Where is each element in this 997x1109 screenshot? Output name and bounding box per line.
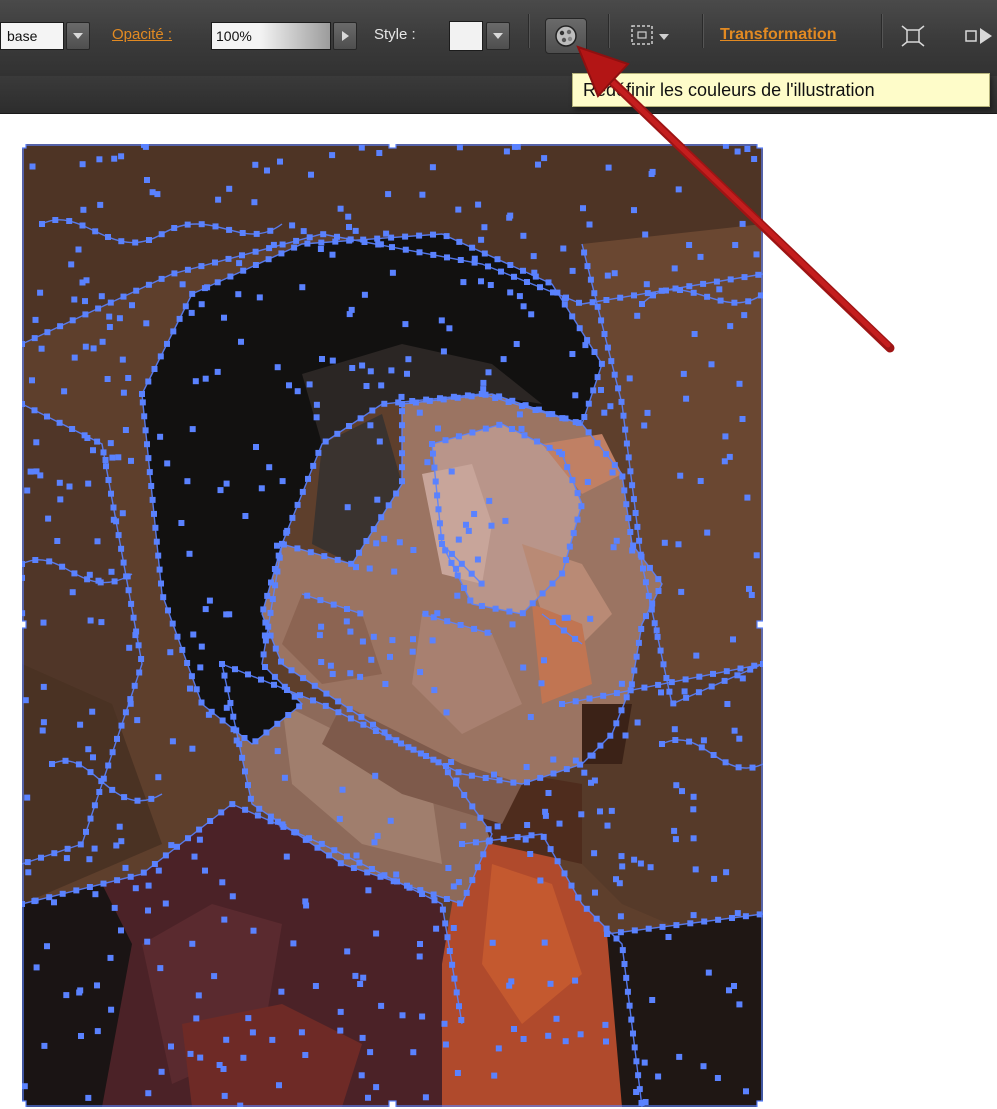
style-swatch[interactable] xyxy=(449,21,483,51)
style-label: Style : xyxy=(374,26,416,43)
toolbar-separator xyxy=(702,14,703,48)
arrow-right-icon xyxy=(341,31,349,41)
toolbar-separator xyxy=(881,14,882,48)
artwork-canvas[interactable] xyxy=(22,144,763,1107)
transform-each-button[interactable] xyxy=(898,22,928,50)
recolor-artwork-button[interactable] xyxy=(545,18,587,54)
opacity-input[interactable]: 100% xyxy=(211,22,331,50)
toolbar-separator xyxy=(608,14,609,48)
blend-mode-select[interactable]: base xyxy=(0,22,64,50)
reflect-icon xyxy=(965,28,992,44)
select-similar-button[interactable] xyxy=(628,22,680,50)
toolbar-separator xyxy=(528,14,529,48)
opacity-slider-button[interactable] xyxy=(333,22,357,50)
opacity-label[interactable]: Opacité : xyxy=(112,26,172,43)
transformation-link[interactable]: Transformation xyxy=(720,26,836,44)
style-dropdown-button[interactable] xyxy=(486,22,510,50)
color-wheel-icon xyxy=(555,25,577,47)
chevron-down-icon xyxy=(493,33,503,39)
transform-each-icon xyxy=(901,25,925,47)
chevron-down-icon xyxy=(73,33,83,39)
opacity-value: 100% xyxy=(216,28,252,44)
reflect-button[interactable] xyxy=(960,22,997,50)
blend-mode-dropdown-button[interactable] xyxy=(66,22,90,50)
control-bar: base Opacité : 100% Style : Transformati… xyxy=(0,0,997,77)
blend-mode-value: base xyxy=(7,28,38,44)
tooltip-text: Redéfinir les couleurs de l'illustration xyxy=(583,80,875,100)
dashed-select-icon xyxy=(631,25,669,45)
recolor-artwork-tooltip: Redéfinir les couleurs de l'illustration xyxy=(572,73,990,107)
